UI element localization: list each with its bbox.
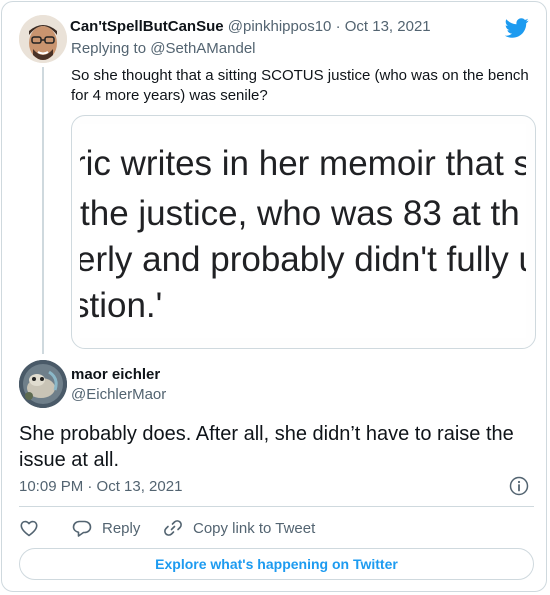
explore-twitter-button[interactable]: Explore what's happening on Twitter: [19, 548, 534, 580]
avatar[interactable]: [19, 15, 67, 63]
author-line: Can'tSpellButCanSue @pinkhippos10 · Oct …: [70, 18, 431, 35]
replying-to-mention[interactable]: @SethAMandel: [150, 40, 255, 57]
avatar[interactable]: [19, 360, 67, 408]
thread-connector-line: [42, 67, 44, 354]
image-text-line: the justice, who was 83 at th: [80, 194, 520, 233]
replying-to-label: Replying to: [71, 40, 147, 57]
attached-image[interactable]: ric writes in her memoir that s the just…: [71, 115, 536, 349]
display-name[interactable]: Can'tSpellButCanSue: [70, 18, 224, 35]
replying-to-line: Replying to @SethAMandel: [71, 40, 256, 57]
explore-label: Explore what's happening on Twitter: [155, 556, 398, 572]
divider: [19, 506, 534, 507]
like-button[interactable]: [19, 516, 49, 540]
reply-tweet-text: So she thought that a sitting SCOTUS jus…: [71, 67, 529, 104]
copy-link-label: Copy link to Tweet: [193, 519, 316, 537]
info-icon[interactable]: [509, 476, 529, 496]
handle[interactable]: @pinkhippos10: [228, 18, 332, 35]
reply-bubble-icon: [72, 520, 92, 537]
copy-link-button[interactable]: Copy link to Tweet: [163, 516, 315, 540]
link-icon: [164, 520, 182, 536]
tweet-embed-card: Can'tSpellButCanSue @pinkhippos10 · Oct …: [1, 1, 547, 592]
main-tweet-text: She probably does. After all, she didn’t…: [19, 423, 514, 471]
heart-icon: [20, 520, 38, 537]
reply-label: Reply: [102, 519, 141, 537]
display-name[interactable]: maor eichler: [71, 366, 160, 383]
tweet-date[interactable]: Oct 13, 2021: [345, 18, 431, 35]
image-text-line: erly and probably didn't fully u: [80, 240, 526, 279]
handle[interactable]: @EichlerMaor: [71, 386, 166, 403]
separator: ·: [335, 18, 341, 35]
reply-button[interactable]: Reply: [72, 516, 140, 540]
image-text-line: stion.': [80, 286, 163, 325]
image-content: ric writes in her memoir that s the just…: [80, 124, 526, 338]
image-text-line: ric writes in her memoir that s: [80, 144, 526, 183]
tweet-timestamp[interactable]: 10:09 PM · Oct 13, 2021: [19, 478, 182, 495]
twitter-bird-icon[interactable]: [505, 16, 529, 40]
